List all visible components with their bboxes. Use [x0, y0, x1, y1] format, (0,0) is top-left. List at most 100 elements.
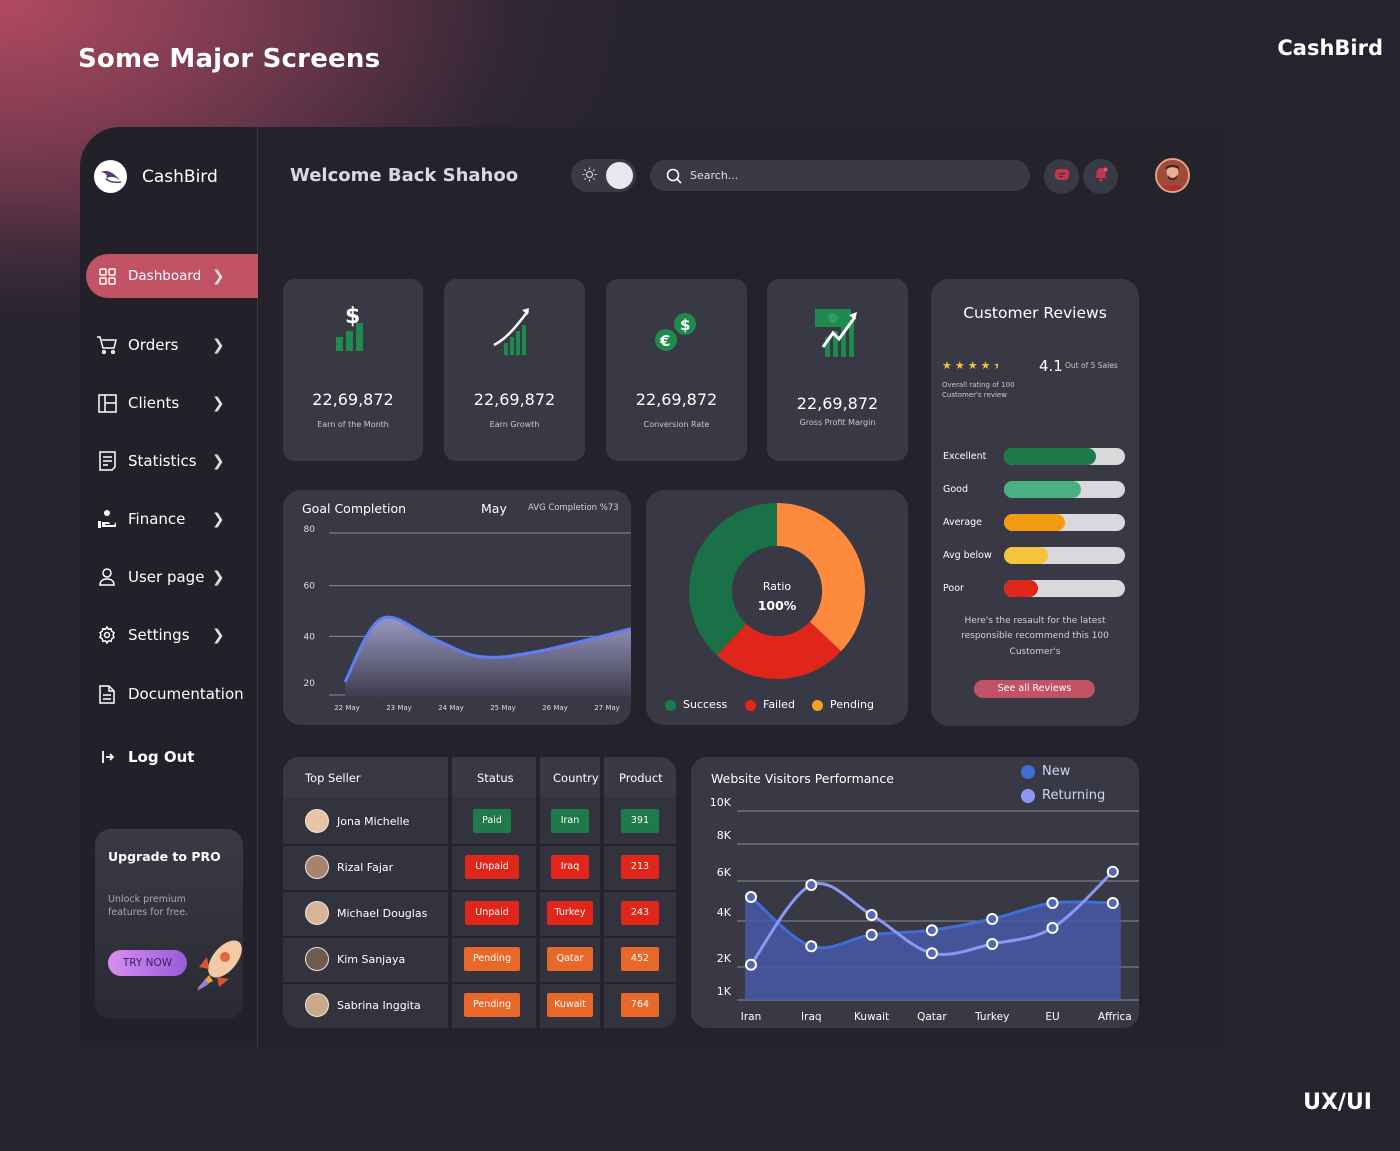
chevron-right-icon: ❯ — [212, 267, 225, 285]
logo-bird-icon[interactable] — [94, 160, 127, 193]
seller-avatar — [305, 901, 329, 925]
sidebar-item-label: Statistics — [128, 452, 197, 470]
rating-sub: Out of 5 Sales — [1065, 361, 1118, 370]
upgrade-text-line1: Unlock premium — [108, 894, 186, 905]
country-badge: Turkey — [547, 901, 593, 925]
review-bar-fill — [1004, 546, 1048, 564]
search-input[interactable]: Search... — [650, 160, 1030, 191]
chevron-right-icon: ❯ — [212, 394, 225, 412]
legend-pending: Pending — [812, 698, 874, 711]
seller-name: Jona Michelle — [337, 814, 410, 828]
product-cell: 764 — [604, 982, 676, 1028]
stat-card-earn-month[interactable]: $ 22,69,872 Earn of the Month — [283, 279, 423, 461]
stat-value: 22,69,872 — [635, 390, 718, 409]
x-tick-label: Affrica — [1098, 1011, 1132, 1023]
sidebar-item-orders[interactable]: Orders ❯ — [86, 323, 258, 367]
table-row[interactable]: Rizal Fajar Unpaid Iraq 213 — [283, 844, 676, 890]
seller-name: Kim Sanjaya — [337, 952, 406, 966]
stat-card-conversion[interactable]: $ € 22,69,872 Conversion Rate — [606, 279, 747, 461]
sidebar-item-logout[interactable]: Log Out — [86, 735, 258, 779]
goal-completion-card: Goal Completion May AVG Completion %73 2… — [283, 490, 631, 725]
seller-avatar — [305, 855, 329, 879]
sidebar-item-label: Clients — [128, 394, 180, 412]
x-tick-label: 23 May — [386, 704, 412, 712]
sidebar-item-documentation[interactable]: Documentation — [86, 672, 258, 716]
status-badge: Paid — [473, 809, 511, 833]
user-avatar[interactable] — [1155, 158, 1190, 193]
review-row-excellent: Excellent — [943, 447, 1133, 465]
status-badge: Unpaid — [465, 901, 519, 925]
seller-avatar — [305, 809, 329, 833]
dashboard-window: CashBird Dashboard ❯ Orders ❯ Clients ❯ … — [80, 127, 1220, 1047]
status-cell: Unpaid — [448, 844, 536, 890]
gear-icon — [96, 625, 118, 645]
sidebar-item-label: Dashboard — [128, 268, 202, 284]
visitors-area-chart: 1K 2K 4K 6K 8K 10K Iran Iraq Kuwait Qatar Turkey E… — [710, 796, 1139, 1023]
upgrade-card: Upgrade to PRO Unlock premium features f… — [95, 829, 243, 1019]
returning-point — [865, 909, 878, 921]
overall-line2: Customer's review — [942, 391, 1007, 399]
table-row[interactable]: Sabrina Inggita Pending Kuwait 764 — [283, 982, 676, 1028]
stat-card-earn-growth[interactable]: 22,69,872 Earn Growth — [444, 279, 585, 461]
sidebar-item-dashboard[interactable]: Dashboard ❯ — [86, 254, 258, 298]
review-note-line3: Customer's — [1009, 647, 1061, 657]
chevron-right-icon: ❯ — [212, 452, 225, 470]
notification-button[interactable] — [1083, 159, 1118, 194]
review-label: Good — [943, 483, 969, 495]
table-row[interactable]: Kim Sanjaya Pending Qatar 452 — [283, 936, 676, 982]
country-cell: Iraq — [540, 844, 600, 890]
goal-area-chart: 20 40 60 80 22 May 23 May 24 May 25 May 26 May 2… — [304, 525, 631, 712]
x-tick-label: EU — [1045, 1011, 1059, 1023]
review-note-line2: responsible recommend this 100 — [961, 631, 1109, 641]
try-now-button[interactable]: TRY NOW — [108, 950, 187, 976]
table-row[interactable]: Jona Michelle Paid Iran 391 — [283, 798, 676, 844]
ratio-label: Ratio — [762, 580, 792, 593]
review-note-line1: Here's the resault for the latest — [964, 616, 1106, 626]
review-bar — [1004, 513, 1125, 531]
user-icon — [96, 567, 118, 587]
sidebar-item-user-page[interactable]: User page ❯ — [86, 555, 258, 599]
toggle-knob[interactable] — [606, 162, 633, 189]
y-tick-label: 2K — [717, 952, 732, 965]
sidebar-item-finance[interactable]: Finance ❯ — [86, 497, 258, 541]
x-tick-label: Qatar — [917, 1011, 947, 1023]
sidebar-item-label: Log Out — [128, 748, 195, 766]
returning-point — [1046, 921, 1059, 934]
see-all-reviews-button[interactable]: See all Reviews — [974, 680, 1095, 698]
legend-dot — [665, 699, 676, 711]
legend-failed: Failed — [745, 698, 795, 711]
product-cell: 213 — [604, 844, 676, 890]
sidebar-item-settings[interactable]: Settings ❯ — [86, 613, 258, 657]
review-bar-fill — [1004, 579, 1038, 597]
top-seller-table: Top Seller Status Country Product Jona M… — [283, 757, 676, 1028]
status-badge: Pending — [464, 947, 520, 971]
layout-icon — [96, 393, 118, 413]
search-icon — [666, 168, 682, 184]
logo-text[interactable]: CashBird — [142, 167, 218, 187]
status-cell: Pending — [448, 936, 536, 982]
review-bar-fill — [1004, 447, 1096, 465]
x-tick-label: Iran — [741, 1011, 762, 1023]
sidebar-item-statistics[interactable]: Statistics ❯ — [86, 439, 258, 483]
country-badge: Kuwait — [547, 993, 593, 1017]
review-row-avg-below: Avg below — [943, 546, 1133, 564]
currency-exchange-icon: $ € — [652, 311, 698, 359]
table-row[interactable]: Michael Douglas Unpaid Turkey 243 — [283, 890, 676, 936]
seller-avatar — [305, 993, 329, 1017]
country-badge: Iran — [551, 809, 589, 833]
ratio-value: 100% — [757, 598, 797, 613]
stat-label: Conversion Rate — [643, 420, 710, 429]
review-bar — [1004, 546, 1125, 564]
seller-cell: Kim Sanjaya — [305, 947, 405, 971]
country-cell: Iran — [540, 798, 600, 844]
stat-card-profit-margin[interactable]: 22,69,872 Gross Profit Margin — [767, 279, 908, 461]
new-point — [1106, 897, 1119, 909]
theme-toggle[interactable] — [571, 159, 636, 192]
star-rating-icon: ★★★★★ — [942, 359, 998, 372]
returning-point — [805, 879, 818, 891]
sidebar-item-label: Documentation — [128, 685, 244, 703]
seller-name: Michael Douglas — [337, 906, 428, 920]
message-button[interactable] — [1044, 159, 1079, 194]
page-title: Some Major Screens — [78, 44, 381, 74]
sidebar-item-clients[interactable]: Clients ❯ — [86, 381, 258, 425]
